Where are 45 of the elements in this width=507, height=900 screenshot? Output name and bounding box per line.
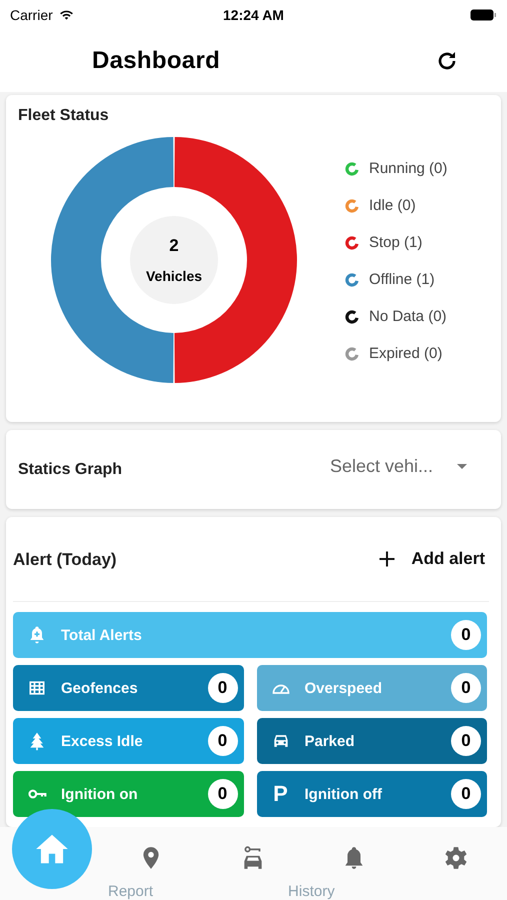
- faded-label: Report: [108, 883, 154, 900]
- alert-tile[interactable]: Geofences 0: [13, 665, 244, 711]
- parking-symbol: P: [272, 781, 289, 807]
- alert-tile[interactable]: Excess Idle 0: [13, 718, 244, 764]
- alert-tile[interactable]: Parked 0: [256, 718, 487, 764]
- card-title: Fleet Status: [18, 107, 110, 125]
- battery-icon: [470, 9, 497, 21]
- alert-tile[interactable]: P Ignition off 0: [256, 771, 487, 817]
- alert-count: 0: [451, 620, 481, 650]
- plus-icon: [377, 549, 398, 569]
- card-title: Statics Graph: [18, 460, 124, 478]
- legend-label: Idle (0): [369, 197, 416, 214]
- alert-count: 0: [451, 673, 481, 703]
- vehicle-dropdown[interactable]: Select vehi...: [326, 450, 471, 483]
- alert-label: Ignition on: [61, 786, 139, 802]
- wifi-icon: [58, 8, 75, 22]
- legend-label: Stop (1): [369, 234, 422, 251]
- legend-label: Offline (1): [369, 271, 435, 288]
- alert-label: Ignition off: [304, 786, 383, 802]
- alert-tile[interactable]: Overspeed 0: [256, 665, 487, 711]
- legend-label: Running (0): [369, 160, 448, 177]
- alert-label: Parked: [304, 732, 356, 750]
- card-title: Alert (Today): [13, 550, 118, 570]
- alert-count: 0: [208, 779, 238, 809]
- legend-label: No Data (0): [369, 308, 447, 325]
- alert-count: 0: [451, 726, 481, 756]
- alert-label: Overspeed: [304, 680, 384, 696]
- clock-time: 12:24 AM: [223, 7, 284, 23]
- vehicle-count: 2: [169, 236, 179, 256]
- alert-count: 0: [208, 673, 238, 703]
- add-alert-button[interactable]: Add alert: [373, 545, 489, 573]
- carrier-label: Carrier: [10, 7, 53, 23]
- faded-label: History: [288, 883, 335, 900]
- alert-tile[interactable]: Ignition on 0: [13, 771, 244, 817]
- alert-label: Excess Idle: [61, 732, 144, 750]
- alert-label: Total Alerts: [61, 626, 143, 644]
- alert-count: 0: [451, 779, 481, 809]
- vehicle-label: Vehicles: [146, 268, 202, 284]
- settings-icon: [443, 845, 470, 871]
- caret-icon: [457, 464, 467, 469]
- alert-tile[interactable]: Total Alerts 0: [13, 612, 487, 658]
- alert-label: Geofences: [61, 680, 139, 696]
- alert-count: 0: [208, 726, 238, 756]
- page-title: Dashboard: [92, 47, 222, 75]
- legend-label: Expired (0): [369, 345, 442, 362]
